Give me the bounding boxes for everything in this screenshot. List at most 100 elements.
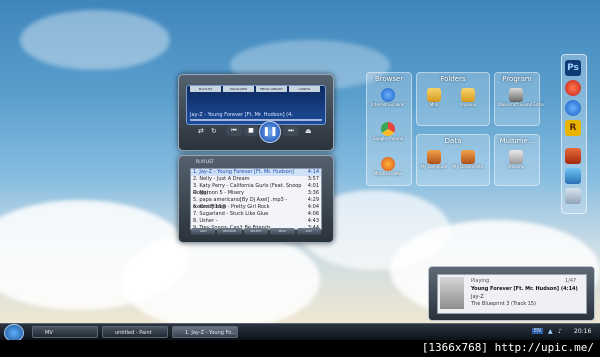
shortcut-google-chrome[interactable]: Google chrome [373, 122, 403, 141]
track-time: 4:14 [307, 169, 319, 175]
opera-icon[interactable] [565, 80, 581, 96]
playlist-buttons: ADD REMOVE SELECT MISC LIST [191, 228, 322, 235]
group-title: Folders [440, 75, 466, 83]
shortcut-label: Google chrome [372, 136, 404, 141]
track-time: 4:43 [307, 218, 319, 224]
player-tabs: PLAYLIST EQUALIZER MEDIA LIBRARY CONFIG [190, 86, 320, 92]
winamp-icon [509, 150, 523, 164]
track-time: 4:04 [307, 204, 319, 210]
firefox-icon [381, 157, 395, 171]
shortcut-internet-explorer[interactable]: Internet Explorer [371, 88, 405, 107]
playlist-row[interactable]: 1. Jay-Z - Young Forever [Ft. Mr. Hudson… [191, 169, 321, 176]
taskbar-item-player[interactable]: 1. Jay-Z - Young Fo... [172, 326, 238, 338]
group-title: Browser [374, 75, 404, 83]
track-label: 1. Jay-Z - Young Forever [Ft. Mr. Hudson… [193, 169, 294, 175]
folder-icon [461, 88, 475, 102]
playlist-row[interactable]: 7. Sugarland - Stuck Like Glue 4:06 [191, 211, 321, 218]
seek-bar[interactable] [190, 119, 322, 121]
group-title: Multime... [499, 137, 535, 145]
track-album: The Blueprint 3 (Track 15) [471, 301, 536, 307]
shortcut-label: My Documents [453, 164, 483, 169]
previous-button[interactable]: ⏮ [226, 126, 242, 136]
shortcut-folder-mnk[interactable]: Mnk [424, 88, 444, 107]
group-title: Program [502, 75, 532, 83]
track-label: 3. Katy Perry - California Gurls (Feat. … [193, 183, 302, 196]
cloud [120, 230, 320, 323]
caption-text: [1366x768] http://upic.me/ [421, 341, 594, 354]
clock[interactable]: 20:16 [574, 328, 591, 335]
sound-editor-icon [509, 88, 523, 102]
tab-config[interactable]: CONFIG [289, 86, 320, 92]
playlist-misc-button[interactable]: MISC [270, 228, 295, 235]
shortcut-label: Winamp [507, 164, 525, 169]
chrome-icon [381, 122, 395, 136]
now-playing-popup[interactable]: Playing 1/47 Young Forever [Ft. Mr. Huds… [428, 266, 595, 321]
track-label: 7. Sugarland - Stuck Like Glue [193, 211, 269, 217]
pause-button[interactable]: ❚❚ [259, 121, 281, 143]
rar-icon[interactable]: R [565, 120, 581, 136]
taskbar-item-mv[interactable]: MV [32, 326, 98, 338]
shortcut-my-documents[interactable]: My Documents [453, 150, 483, 169]
shortcut-label: My Computer [420, 164, 448, 169]
stop-button[interactable]: ■ [244, 126, 258, 136]
group-title: Data [444, 137, 462, 145]
network-icon[interactable] [565, 168, 581, 184]
taskbar-item-paint[interactable]: untitled - Paint [102, 326, 168, 338]
folder-icon [427, 88, 441, 102]
track-time: 3:36 [307, 190, 319, 196]
now-playing-text: Jay-Z - Young Forever [Ft. Mr. Hudson] (… [190, 112, 293, 118]
shortcut-mozilla-firefox[interactable]: Mozilla Firefox [374, 157, 402, 176]
shortcut-label: Internet Explorer [371, 102, 405, 107]
track-time: 4:06 [307, 211, 319, 217]
recycle-bin-icon[interactable] [565, 188, 581, 204]
playlist-row[interactable]: 2. Nelly - Just A Dream 3:57 [191, 176, 321, 183]
shortcut-wavecraft[interactable]: Wavecraft Sound Editor [498, 88, 545, 107]
internet-explorer-icon [381, 88, 395, 102]
language-indicator[interactable]: EN [532, 328, 543, 334]
shortcut-my-computer[interactable]: My Computer [421, 150, 447, 169]
album-art [440, 277, 464, 309]
shortcut-folder-myuuuu[interactable]: myuuuu [458, 88, 478, 107]
track-time: 4:29 [307, 197, 319, 203]
track-label: 2. Nelly - Just A Dream [193, 176, 250, 182]
photoshop-icon[interactable]: Ps [565, 60, 581, 76]
internet-explorer-icon[interactable] [565, 100, 581, 116]
playlist-remove-button[interactable]: REMOVE [217, 228, 242, 235]
track-title: Young Forever [Ft. Mr. Hudson] (4:14) [471, 286, 578, 292]
repeat-icon[interactable]: ↻ [211, 127, 217, 135]
track-label: 4. Maroon 5 - Misery [193, 190, 245, 196]
playlist-row[interactable]: 4. Maroon 5 - Misery 3:36 [191, 190, 321, 197]
playlist-add-button[interactable]: ADD [191, 228, 216, 235]
tab-playlist[interactable]: PLAYLIST [190, 86, 221, 92]
open-icon[interactable]: ⏏ [305, 127, 312, 135]
tab-equalizer[interactable]: EQUALIZER [223, 86, 254, 92]
shortcut-label: Wavecraft Sound Editor [498, 102, 546, 107]
shuffle-icon[interactable]: ⇄ [198, 127, 204, 135]
caption-bar: [1366x768] http://upic.me/ [0, 340, 600, 357]
tab-media-library[interactable]: MEDIA LIBRARY [256, 86, 287, 92]
shortcut-label: myuuuu [459, 102, 477, 107]
shortcut-winamp[interactable]: Winamp [506, 150, 526, 169]
documents-icon [461, 150, 475, 164]
playlist-select-button[interactable]: SELECT [243, 228, 269, 235]
playlist-row[interactable]: 8. Usher - 4:43 [191, 218, 321, 225]
track-position: 1/47 [565, 278, 577, 284]
playlist-row[interactable]: 3. Katy Perry - California Gurls (Feat. … [191, 183, 321, 196]
track-label: 8. Usher - [193, 218, 218, 224]
media-icon[interactable] [565, 148, 581, 164]
volume-tray-icon[interactable]: ♪ [558, 328, 562, 335]
desktop: PLAYLIST EQUALIZER MEDIA LIBRARY CONFIG … [0, 0, 600, 323]
track-label: 6. Keri Hilson - Pretty Girl Rock [193, 204, 270, 210]
network-tray-icon[interactable]: ▲ [548, 328, 553, 335]
playlist-title: PLAYLIST [196, 159, 214, 164]
computer-icon [427, 150, 441, 164]
track-time: 4:01 [307, 183, 319, 189]
playlist-list-button[interactable]: LIST [296, 228, 322, 235]
playlist[interactable]: 1. Jay-Z - Young Forever [Ft. Mr. Hudson… [190, 168, 322, 231]
next-button[interactable]: ⏭ [283, 126, 299, 136]
playlist-row[interactable]: 6. Keri Hilson - Pretty Girl Rock 4:04 [191, 204, 321, 211]
shortcut-label: Mnk [429, 102, 439, 107]
playlist-row[interactable]: 5. papa americano[By Dj Axel] .mp3 - axe… [191, 197, 321, 210]
playback-status: Playing [471, 278, 490, 284]
shortcut-label: Mozilla Firefox [373, 171, 403, 176]
